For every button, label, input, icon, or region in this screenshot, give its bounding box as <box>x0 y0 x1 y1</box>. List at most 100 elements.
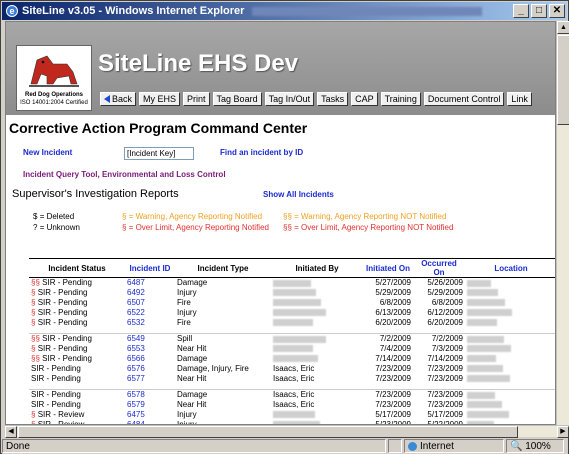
incident-id-link[interactable]: 6487 <box>125 278 175 288</box>
table-row: § SIR - Pending 6507 Fire 6/8/2009 6/8/2009 <box>29 298 555 308</box>
incident-id-link[interactable]: 6522 <box>125 308 175 318</box>
close-button[interactable]: ✕ <box>549 4 565 18</box>
incident-table: Incident Status Incident ID Incident Typ… <box>29 258 555 424</box>
location-cell <box>465 400 555 410</box>
status-text: Done <box>2 439 386 453</box>
nav-tag-board[interactable]: Tag Board <box>212 92 262 106</box>
query-tool-link[interactable]: Incident Query Tool, Environmental and L… <box>23 170 226 179</box>
scroll-up-icon[interactable]: ▲ <box>557 21 569 34</box>
initiated-by-cell <box>271 298 363 308</box>
incident-id-link[interactable]: 6475 <box>125 410 175 420</box>
show-all-incidents-link[interactable]: Show All Incidents <box>263 190 334 199</box>
nav-training[interactable]: Training <box>380 92 421 106</box>
status-flag: § <box>31 318 36 327</box>
redacted-name <box>273 279 311 287</box>
scroll-thumb[interactable] <box>557 35 569 125</box>
h-scroll-thumb[interactable] <box>18 426 518 438</box>
incident-id-link[interactable]: 6549 <box>125 334 175 344</box>
status-text: SIR - Pending <box>37 308 88 317</box>
zoom-icon: 🔍 <box>510 440 526 452</box>
minimize-button[interactable]: _ <box>513 4 529 18</box>
zoom-control[interactable]: 🔍 100% <box>506 439 564 453</box>
occurred-on-cell: 7/3/2009 <box>431 344 463 353</box>
redacted-name <box>273 319 313 327</box>
redacted-location <box>467 279 491 287</box>
status-text: SIR - Pending <box>31 390 81 400</box>
incident-id-link[interactable]: 6577 <box>125 374 175 384</box>
incident-id-link[interactable]: 6492 <box>125 288 175 298</box>
table-row: §§ SIR - Pending 6487 Damage 5/27/2009 5/26/… <box>29 278 555 288</box>
incident-key-input[interactable] <box>124 147 194 160</box>
table-header-row: Incident Status Incident ID Incident Typ… <box>29 258 555 278</box>
maximize-button[interactable]: □ <box>531 4 547 18</box>
redacted-location <box>467 289 498 297</box>
app-name: SiteLine EHS Dev <box>98 50 299 77</box>
status-flag: § <box>31 298 36 307</box>
location-cell <box>465 318 555 328</box>
incident-status-cell: §§ SIR - Pending <box>29 334 125 344</box>
col-incident-type: Incident Type <box>175 258 271 278</box>
table-row: SIR - Pending 6577 Near Hit Isaacs, Eric 7/2… <box>29 374 555 384</box>
status-text: SIR - Pending <box>42 334 92 344</box>
new-incident-link[interactable]: New Incident <box>23 148 72 157</box>
incident-type-cell: Injury <box>177 308 197 317</box>
incident-id-link[interactable]: 6532 <box>125 318 175 328</box>
initiated-on-cell: 7/23/2009 <box>375 364 411 373</box>
legend-over-notified: § = Over Limit, Agency Reporting Notifie… <box>122 223 269 232</box>
redacted-name <box>273 289 316 297</box>
incident-status-cell: SIR - Pending <box>29 400 125 410</box>
incident-id-link[interactable]: 6576 <box>125 364 175 374</box>
legend-unknown: ? = Unknown <box>33 223 80 232</box>
nav-back-button[interactable]: Back <box>100 92 137 106</box>
table-row: § SIR - Pending 6522 Injury 6/13/2009 6/12/2… <box>29 308 555 318</box>
occurred-on-cell: 6/20/2009 <box>427 318 463 327</box>
incident-status-cell: SIR - Pending <box>29 390 125 400</box>
initiated-by-cell <box>271 308 363 318</box>
redacted-location <box>467 355 496 363</box>
nav-tag-in-out[interactable]: Tag In/Out <box>264 92 315 106</box>
redacted-url <box>252 6 483 16</box>
incident-status-cell: § SIR - Review <box>29 410 125 420</box>
scroll-right-icon[interactable]: ▶ <box>557 426 569 438</box>
table-row: § SIR - Pending 6553 Near Hit 7/4/2009 7/3/2… <box>29 344 555 354</box>
redacted-location <box>467 319 497 327</box>
col-occurred-on[interactable]: Occurred On <box>413 258 465 278</box>
nav-tasks[interactable]: Tasks <box>317 92 349 106</box>
nav-link[interactable]: Link <box>507 92 532 106</box>
initiated-by-cell <box>271 278 363 288</box>
incident-id-link[interactable]: 6553 <box>125 344 175 354</box>
app-header: Red Dog Operations ISO 14001:2004 Certif… <box>6 22 555 115</box>
redacted-name <box>273 345 313 353</box>
incident-id-link[interactable]: 6507 <box>125 298 175 308</box>
redacted-location <box>467 309 512 317</box>
horizontal-scrollbar[interactable]: ◀ ▶ <box>5 425 569 438</box>
location-cell <box>465 344 555 354</box>
incident-id-link[interactable]: 6566 <box>125 354 175 364</box>
initiated-on-cell: 7/23/2009 <box>375 400 411 409</box>
initiated-by-cell: Isaacs, Eric <box>273 390 315 400</box>
initiated-by-cell <box>271 354 363 364</box>
location-cell <box>465 374 555 384</box>
incident-id-link[interactable]: 6579 <box>125 400 175 410</box>
incident-id-link[interactable]: 6578 <box>125 390 175 400</box>
col-incident-id[interactable]: Incident ID <box>125 258 175 278</box>
legend-warning-notified: § = Warning, Agency Reporting Notified <box>122 212 263 221</box>
page-viewport: Red Dog Operations ISO 14001:2004 Certif… <box>5 21 556 425</box>
col-location[interactable]: Location <box>465 258 555 278</box>
zone-indicator: Internet <box>404 439 504 453</box>
find-incident-link[interactable]: Find an incident by ID <box>220 148 303 157</box>
location-cell <box>465 278 555 288</box>
nav-bar: Back My EHS Print Tag Board Tag In/Out T… <box>100 92 532 106</box>
occurred-on-cell: 5/17/2009 <box>427 410 463 419</box>
occurred-on-cell: 7/23/2009 <box>427 400 463 409</box>
nav-my-ehs[interactable]: My EHS <box>139 92 181 106</box>
scroll-left-icon[interactable]: ◀ <box>5 426 17 438</box>
nav-document-control[interactable]: Document Control <box>423 92 505 106</box>
col-initiated-on[interactable]: Initiated On <box>363 258 413 278</box>
occurred-on-cell: 5/26/2009 <box>427 278 463 288</box>
location-cell <box>465 410 555 420</box>
redacted-location <box>467 345 511 353</box>
vertical-scrollbar[interactable]: ▲ <box>556 21 569 425</box>
nav-cap[interactable]: CAP <box>351 92 378 106</box>
nav-print[interactable]: Print <box>183 92 210 106</box>
